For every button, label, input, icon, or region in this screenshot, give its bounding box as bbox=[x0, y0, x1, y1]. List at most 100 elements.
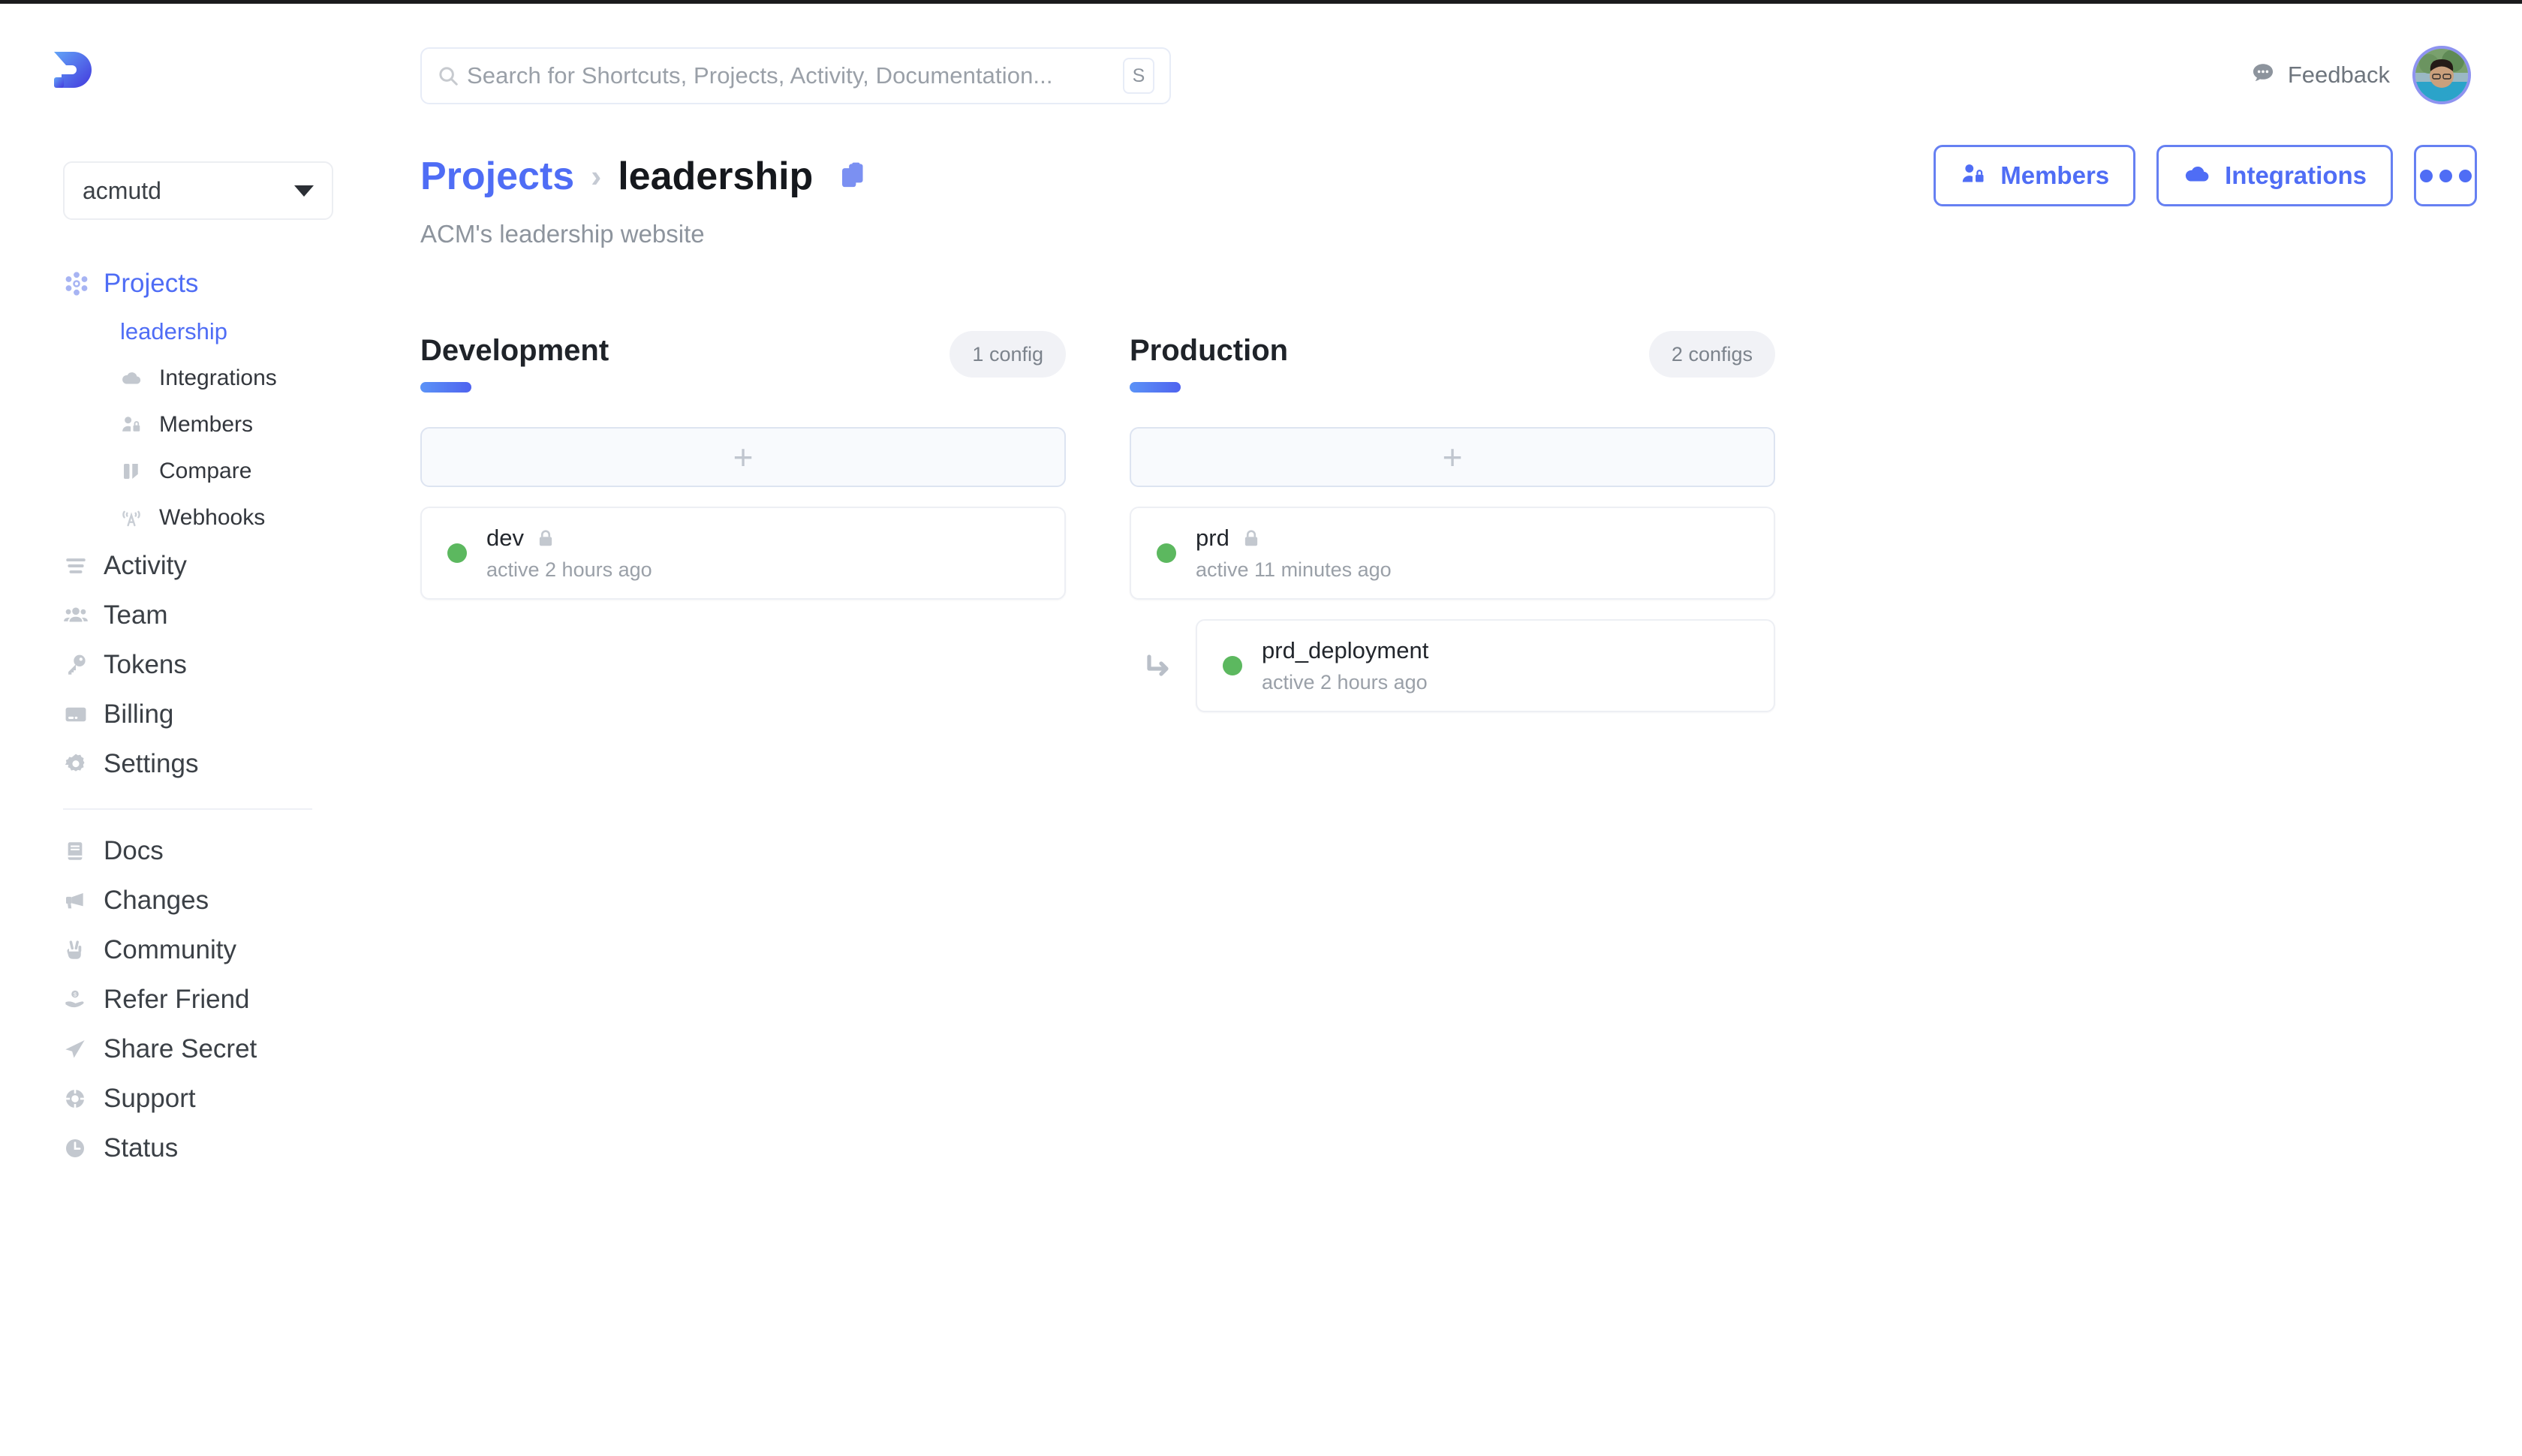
config-name: dev bbox=[486, 525, 524, 551]
broadcast-icon bbox=[120, 507, 150, 529]
environment-header: Production 2 configs bbox=[1130, 331, 1775, 409]
config-count-badge: 1 config bbox=[950, 331, 1066, 378]
status-dot bbox=[1157, 543, 1176, 563]
sidebar-item-share-secret-label: Share Secret bbox=[104, 1034, 257, 1063]
people-icon bbox=[63, 603, 98, 628]
sidebar-item-webhooks-label: Webhooks bbox=[159, 505, 266, 530]
sidebar-item-billing-label: Billing bbox=[104, 699, 174, 729]
sidebar-item-changes[interactable]: Changes bbox=[0, 876, 375, 925]
book-icon bbox=[63, 839, 98, 863]
sidebar-item-leadership[interactable]: leadership bbox=[0, 308, 375, 355]
main-content: Projects › leadership ACM's leadership w… bbox=[375, 109, 2522, 1456]
environment-accent-bar bbox=[420, 382, 471, 393]
config-info: dev active 2 hours ago bbox=[486, 525, 652, 582]
config-count-badge: 2 configs bbox=[1648, 331, 1775, 378]
megaphone-icon bbox=[63, 889, 98, 913]
cloud-icon bbox=[2183, 160, 2211, 192]
config-activity: active 2 hours ago bbox=[486, 558, 652, 581]
sidebar-item-tokens[interactable]: Tokens bbox=[0, 640, 375, 690]
user-lock-icon bbox=[1960, 161, 1987, 191]
sidebar-item-compare[interactable]: Compare bbox=[0, 448, 375, 495]
compare-icon bbox=[120, 460, 150, 483]
add-config-button[interactable]: + bbox=[1130, 427, 1775, 487]
sidebar-item-settings-label: Settings bbox=[104, 749, 199, 778]
sidebar-item-integrations[interactable]: Integrations bbox=[0, 355, 375, 402]
sidebar-item-docs-label: Docs bbox=[104, 836, 164, 865]
ellipsis-icon bbox=[2419, 169, 2472, 182]
sidebar: acmutd Projects leadership Integrations … bbox=[0, 109, 375, 1456]
page-actions: Members Integrations bbox=[1934, 145, 2477, 206]
clock-icon bbox=[63, 1136, 98, 1160]
hand-peace-icon bbox=[63, 938, 98, 962]
sidebar-item-members[interactable]: Members bbox=[0, 402, 375, 448]
svg-text:$: $ bbox=[74, 991, 77, 997]
config-name-row: prd_deployment bbox=[1262, 637, 1428, 664]
config-name: prd bbox=[1196, 525, 1229, 551]
sidebar-item-tokens-label: Tokens bbox=[104, 650, 187, 679]
config-card-dev[interactable]: dev active 2 hours ago bbox=[420, 507, 1066, 600]
sidebar-item-changes-label: Changes bbox=[104, 886, 209, 915]
status-dot bbox=[447, 543, 467, 563]
sidebar-divider bbox=[63, 808, 312, 810]
sidebar-item-status[interactable]: Status bbox=[0, 1124, 375, 1173]
lifebuoy-icon bbox=[63, 1087, 98, 1111]
environment-production: Production 2 configs + prd active 11 min… bbox=[1130, 331, 1775, 712]
environment-development: Development 1 config + dev active 2 hour… bbox=[420, 331, 1066, 600]
nested-config-row: prd_deployment active 2 hours ago bbox=[1130, 619, 1775, 712]
sidebar-item-activity-label: Activity bbox=[104, 551, 187, 580]
branch-arrow-icon bbox=[1139, 648, 1181, 684]
integrations-button[interactable]: Integrations bbox=[2156, 145, 2393, 206]
hand-dollar-icon: $ bbox=[63, 988, 98, 1012]
global-search[interactable]: Search for Shortcuts, Projects, Activity… bbox=[420, 47, 1171, 104]
sidebar-item-compare-label: Compare bbox=[159, 459, 252, 483]
chat-bubble-icon bbox=[2250, 61, 2276, 90]
sidebar-nav: Projects leadership Integrations Members bbox=[0, 259, 375, 1173]
sidebar-item-projects[interactable]: Projects bbox=[0, 259, 375, 308]
status-dot bbox=[1223, 656, 1242, 675]
sidebar-item-community[interactable]: Community bbox=[0, 925, 375, 975]
sidebar-item-docs[interactable]: Docs bbox=[0, 826, 375, 876]
org-selector[interactable]: acmutd bbox=[63, 161, 333, 220]
sidebar-item-integrations-label: Integrations bbox=[159, 366, 277, 390]
sidebar-item-community-label: Community bbox=[104, 935, 236, 964]
environment-name: Production bbox=[1130, 334, 1289, 367]
page-title: leadership bbox=[618, 155, 814, 198]
sidebar-item-refer-friend-label: Refer Friend bbox=[104, 985, 250, 1014]
config-card-prd[interactable]: prd active 11 minutes ago bbox=[1130, 507, 1775, 600]
search-shortcut-key: S bbox=[1123, 58, 1154, 94]
config-info: prd active 11 minutes ago bbox=[1196, 525, 1392, 582]
add-config-button[interactable]: + bbox=[420, 427, 1066, 487]
sidebar-item-members-label: Members bbox=[159, 412, 254, 437]
sidebar-item-leadership-label: leadership bbox=[120, 318, 228, 344]
sidebar-item-projects-label: Projects bbox=[104, 269, 199, 298]
search-input[interactable]: Search for Shortcuts, Projects, Activity… bbox=[467, 62, 1123, 89]
members-button[interactable]: Members bbox=[1934, 145, 2136, 206]
plus-icon: + bbox=[733, 437, 754, 477]
app-header: Search for Shortcuts, Projects, Activity… bbox=[0, 4, 2522, 109]
environment-accent-bar bbox=[1130, 382, 1181, 393]
lock-icon bbox=[1241, 527, 1261, 549]
paper-plane-icon bbox=[63, 1037, 98, 1061]
user-lock-icon bbox=[120, 414, 150, 436]
sidebar-item-billing[interactable]: Billing bbox=[0, 690, 375, 739]
feedback-button[interactable]: Feedback bbox=[2250, 58, 2390, 92]
doppler-d-logo[interactable] bbox=[42, 44, 96, 98]
config-activity: active 2 hours ago bbox=[1262, 671, 1428, 693]
config-name-row: dev bbox=[486, 525, 652, 552]
breadcrumb-projects[interactable]: Projects bbox=[420, 154, 574, 199]
config-card-prd-deployment[interactable]: prd_deployment active 2 hours ago bbox=[1196, 619, 1775, 712]
more-options-button[interactable] bbox=[2414, 145, 2477, 206]
sidebar-item-activity[interactable]: Activity bbox=[0, 541, 375, 591]
sidebar-item-team[interactable]: Team bbox=[0, 591, 375, 640]
sidebar-item-support[interactable]: Support bbox=[0, 1074, 375, 1124]
sidebar-item-webhooks[interactable]: Webhooks bbox=[0, 495, 375, 541]
user-avatar[interactable] bbox=[2412, 46, 2471, 104]
chevron-down-icon bbox=[294, 185, 314, 197]
sidebar-item-settings[interactable]: Settings bbox=[0, 739, 375, 789]
sidebar-item-share-secret[interactable]: Share Secret bbox=[0, 1024, 375, 1074]
copy-icon[interactable] bbox=[838, 160, 868, 193]
plus-icon: + bbox=[1442, 437, 1463, 477]
sidebar-item-refer-friend[interactable]: $ Refer Friend bbox=[0, 975, 375, 1024]
members-button-label: Members bbox=[2000, 161, 2110, 189]
environment-name: Development bbox=[420, 334, 609, 367]
